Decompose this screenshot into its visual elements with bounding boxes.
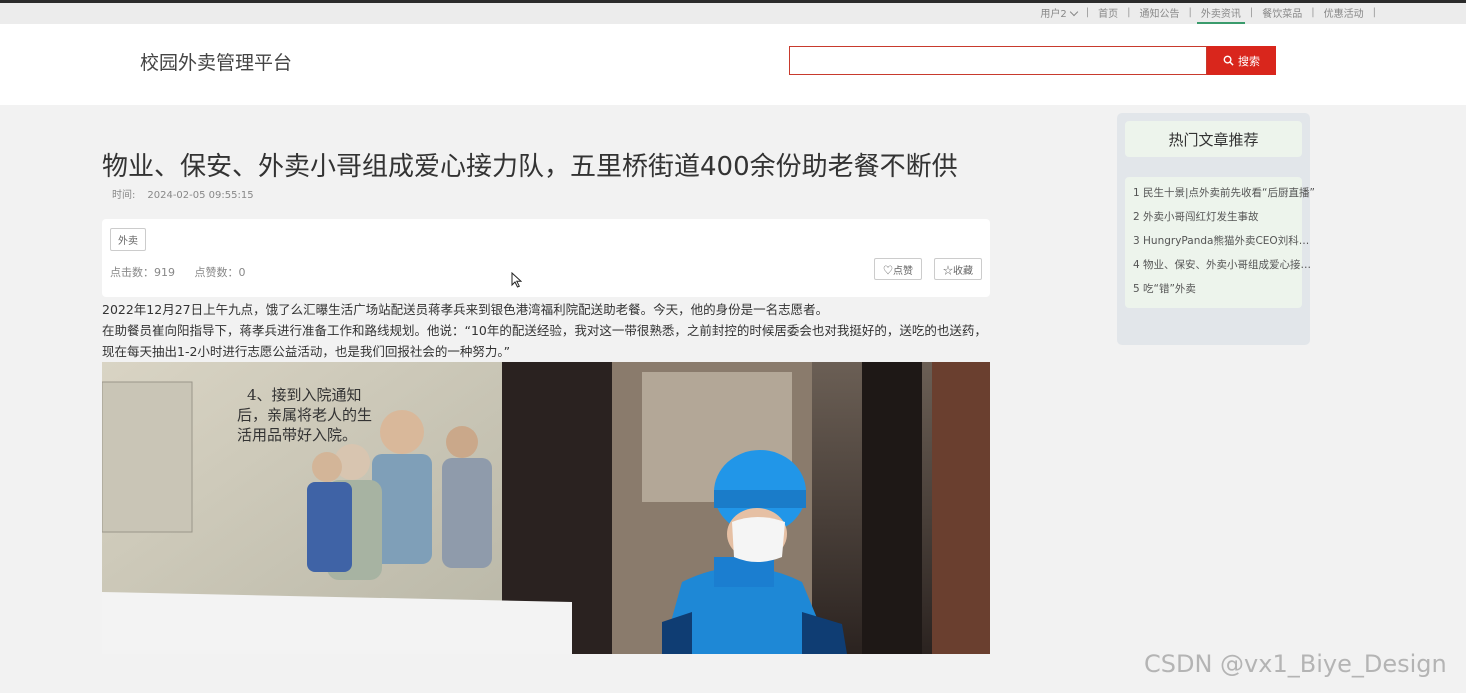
nav-notices[interactable]: 通知公告: [1133, 5, 1187, 20]
nav-separator: |: [1249, 7, 1254, 18]
click-count: 点击数：919: [110, 266, 175, 279]
hot-articles-list: 1 民生十景|点外卖前先收看“后厨直播” 2 外卖小哥闯红灯发生事故 3 Hun…: [1125, 177, 1318, 308]
user-menu-label: 用户2: [1040, 9, 1067, 20]
watermark: CSDN @vx1_Biye_Design: [1144, 650, 1447, 678]
nav-promotions[interactable]: 优惠活动: [1317, 5, 1371, 20]
hot-article-item[interactable]: 5 吃“错”外卖: [1125, 279, 1318, 303]
nav-separator: |: [1127, 7, 1131, 18]
top-nav: 用户2 | 首页 | 通知公告 | 外卖资讯 | 餐饮菜品 | 优惠活动 |: [1033, 5, 1378, 25]
search-icon: [1223, 55, 1234, 66]
mouse-cursor-icon: [511, 272, 522, 288]
site-title: 校园外卖管理平台: [140, 52, 293, 74]
article-photo: 4、接到入院通知 后，亲属将老人的生 活用品带好入院。: [102, 362, 990, 654]
hot-articles-sidebar: 热门文章推荐 1 民生十景|点外卖前先收看“后厨直播” 2 外卖小哥闯红灯发生事…: [1117, 113, 1318, 345]
article-time: 时间: 2024-02-05 09:55:15: [112, 186, 266, 201]
header: 校园外卖管理平台 搜索: [0, 24, 1466, 105]
nav-dishes[interactable]: 餐饮菜品: [1255, 5, 1309, 20]
hot-article-item[interactable]: 1 民生十景|点外卖前先收看“后厨直播”: [1125, 183, 1318, 207]
hot-article-item[interactable]: 2 外卖小哥闯红灯发生事故: [1125, 207, 1318, 231]
nav-separator: |: [1372, 7, 1376, 18]
user-menu[interactable]: 用户2: [1033, 5, 1083, 20]
hot-article-item[interactable]: 3 HungryPanda熊猫外卖CEO刘科：出海: [1125, 231, 1318, 255]
category-tag[interactable]: 外卖: [110, 228, 146, 251]
top-bar: 用户2 | 首页 | 通知公告 | 外卖资讯 | 餐饮菜品 | 优惠活动 |: [0, 0, 1466, 25]
nav-news[interactable]: 外卖资讯: [1194, 5, 1248, 25]
like-button[interactable]: ♡点赞: [874, 258, 922, 280]
nav-separator: |: [1311, 7, 1315, 18]
nav-home[interactable]: 首页: [1091, 5, 1125, 20]
poster-line: 活用品带好入院。: [237, 426, 357, 444]
article-meta-card: 外卖 点击数：919 点赞数：0 ♡点赞 ☆收藏: [102, 219, 990, 297]
nav-separator: |: [1188, 7, 1192, 18]
time-value: 2024-02-05 09:55:15: [147, 190, 254, 201]
poster-line: 后，亲属将老人的生: [237, 406, 372, 424]
sidebar-title: 热门文章推荐: [1125, 121, 1302, 157]
article-paragraph: 在助餐员崔向阳指导下，蒋孝兵进行准备工作和路线规划。他说：“10年的配送经验，我…: [102, 323, 987, 359]
search-button[interactable]: 搜索: [1207, 46, 1276, 75]
nav-separator: |: [1085, 7, 1090, 18]
article-paragraph: 2022年12月27日上午九点，饿了么汇曝生活广场站配送员蒋孝兵来到银色港湾福利…: [102, 302, 829, 317]
photo-illustration: 4、接到入院通知 后，亲属将老人的生 活用品带好入院。: [102, 362, 990, 654]
article-stats: 点击数：919 点赞数：0: [110, 264, 262, 280]
time-label: 时间:: [112, 190, 136, 201]
search-input[interactable]: [789, 46, 1207, 75]
article-title: 物业、保安、外卖小哥组成爱心接力队，五里桥街道400余份助老餐不断供: [102, 152, 958, 182]
article-body: 2022年12月27日上午九点，饿了么汇曝生活广场站配送员蒋孝兵来到银色港湾福利…: [102, 299, 990, 362]
search-button-label: 搜索: [1238, 55, 1260, 68]
poster-line: 4、接到入院通知: [247, 386, 362, 404]
chevron-down-icon: [1069, 7, 1078, 17]
favorite-button[interactable]: ☆收藏: [934, 258, 982, 280]
hot-article-item[interactable]: 4 物业、保安、外卖小哥组成爱心接力队: [1125, 255, 1318, 279]
like-count: 点赞数：0: [194, 266, 246, 279]
